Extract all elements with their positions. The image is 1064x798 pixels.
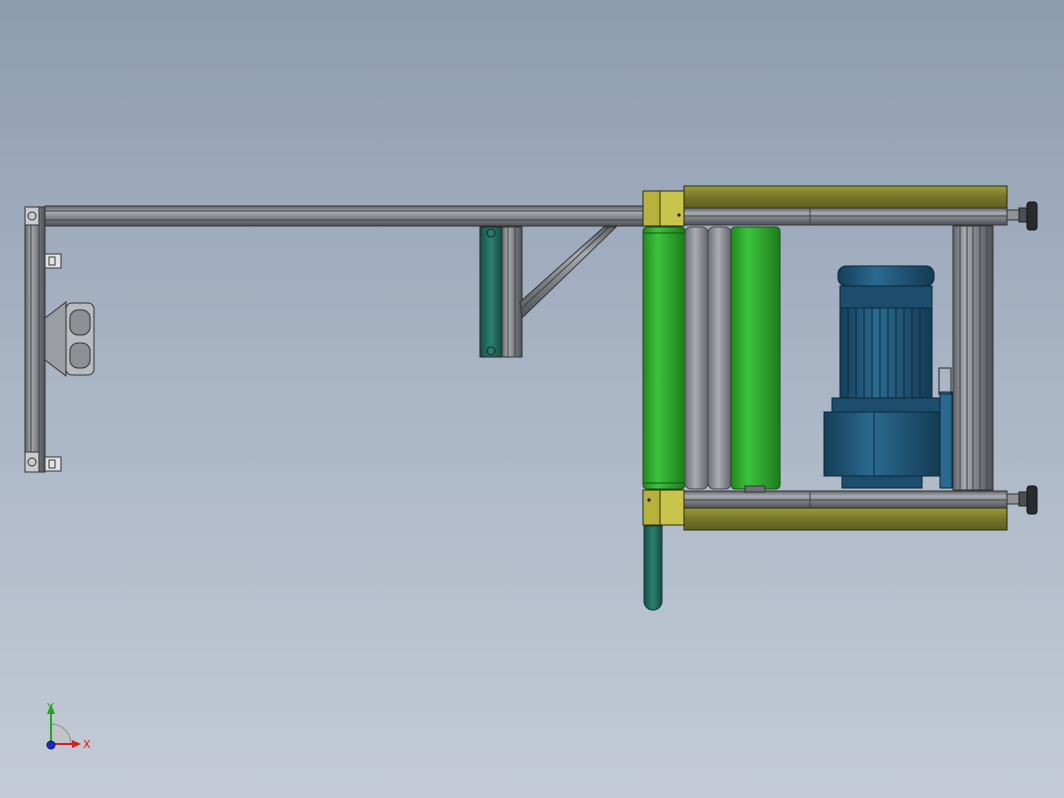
top-horizontal-beam: [44, 205, 644, 227]
upper-side-plate: [683, 185, 1008, 226]
right-vertical-frame: [952, 225, 994, 491]
grey-idler-rollers: [684, 226, 732, 490]
y-axis-label: Y: [46, 701, 54, 714]
lower-leveling-foot: [1006, 485, 1038, 515]
upper-leveling-foot: [1006, 201, 1038, 231]
corner-bracket-lower: [44, 456, 62, 472]
grip-block: [44, 300, 95, 378]
middle-bracket: [479, 226, 523, 358]
corner-bracket-upper: [44, 253, 62, 269]
lower-bearing-housing: [642, 489, 685, 526]
teal-lever-handle: [643, 525, 663, 611]
assembly-drawing: Y X: [24, 185, 1038, 751]
left-upright-frame: [24, 206, 46, 473]
electric-motor: [823, 265, 953, 489]
upper-bearing-housing: [642, 190, 685, 227]
front-green-roller: [642, 226, 686, 490]
diagonal-brace: [519, 226, 618, 320]
rear-green-roller: [730, 226, 781, 493]
lower-side-plate: [683, 490, 1008, 531]
z-axis-dot: [46, 740, 56, 750]
x-axis-label: X: [83, 738, 91, 751]
cad-viewport[interactable]: Y X: [0, 0, 1064, 798]
coordinate-triad[interactable]: Y X: [46, 701, 91, 751]
